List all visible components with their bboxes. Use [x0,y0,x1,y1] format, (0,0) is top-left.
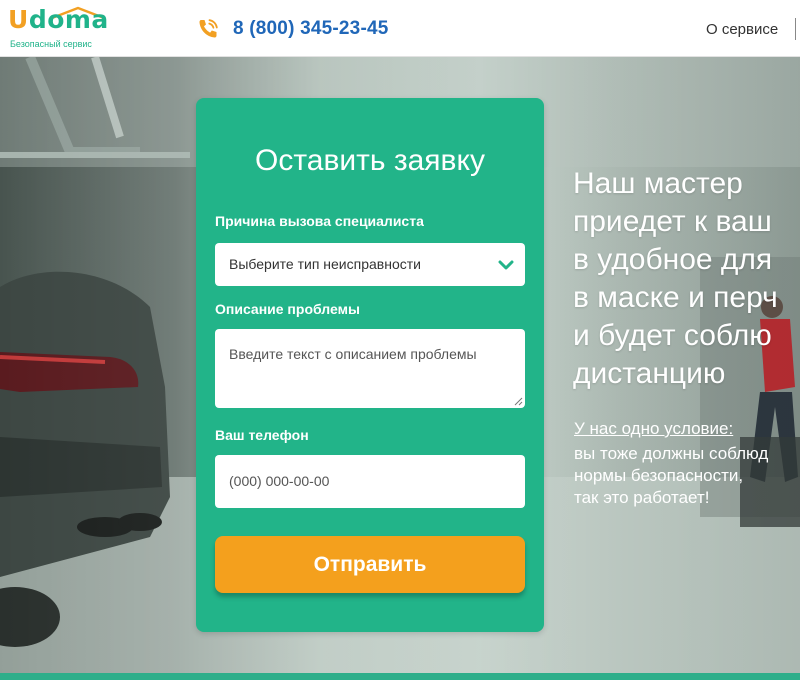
reason-select-value: Выберите тип неисправности [229,256,421,272]
logo-tagline: Безопасный сервис [10,39,92,49]
description-placeholder: Введите текст с описанием проблемы [229,346,477,362]
reason-select[interactable]: Выберите тип неисправности [215,243,525,286]
header-phone[interactable]: 8 (800) 345-23-45 [196,17,389,41]
phone-input[interactable]: (000) 000-00-00 [215,455,525,508]
nav-divider [795,18,796,40]
hero-headline: Наш мастер приедет к ваш в удобное для в… [573,165,800,393]
bottom-strip [0,673,800,680]
condition-line: вы тоже должны соблюд [574,444,769,463]
form-title: Оставить заявку [255,144,485,177]
headline-line: в маске и перч [573,281,778,314]
site-header: Udoma Безопасный сервис 8 (800) 345-23-4… [0,0,800,57]
phone-icon [199,19,218,38]
headline-line: и будет соблю [573,319,772,352]
logo-wordmark: Udoma [8,5,109,34]
phone-number: 8 (800) 345-23-45 [233,18,389,39]
reason-label: Причина вызова специалиста [215,213,424,229]
submit-button[interactable]: Отправить [215,536,525,593]
headline-line: Наш мастер [573,167,743,200]
description-textarea[interactable]: Введите текст с описанием проблемы [215,329,525,408]
resize-handle-icon[interactable] [513,396,523,406]
condition-line: так это работает! [574,488,710,507]
headline-line: дистанцию [573,357,726,390]
headline-line: приедет к ваш [573,205,772,238]
phone-placeholder: (000) 000-00-00 [229,473,330,489]
nav-about-link[interactable]: О сервисе [706,21,778,38]
logo[interactable]: Udoma Безопасный сервис [8,3,108,51]
request-form: Оставить заявку Причина вызова специалис… [196,98,544,632]
condition-link[interactable]: У нас одно условие: [574,419,733,439]
chevron-down-icon [498,260,514,270]
description-label: Описание проблемы [215,301,360,317]
headline-line: в удобное для [573,243,773,276]
condition-line: нормы безопасности, [574,466,744,485]
phone-label: Ваш телефон [215,427,309,443]
condition-text: вы тоже должны соблюд нормы безопасности… [574,443,768,509]
